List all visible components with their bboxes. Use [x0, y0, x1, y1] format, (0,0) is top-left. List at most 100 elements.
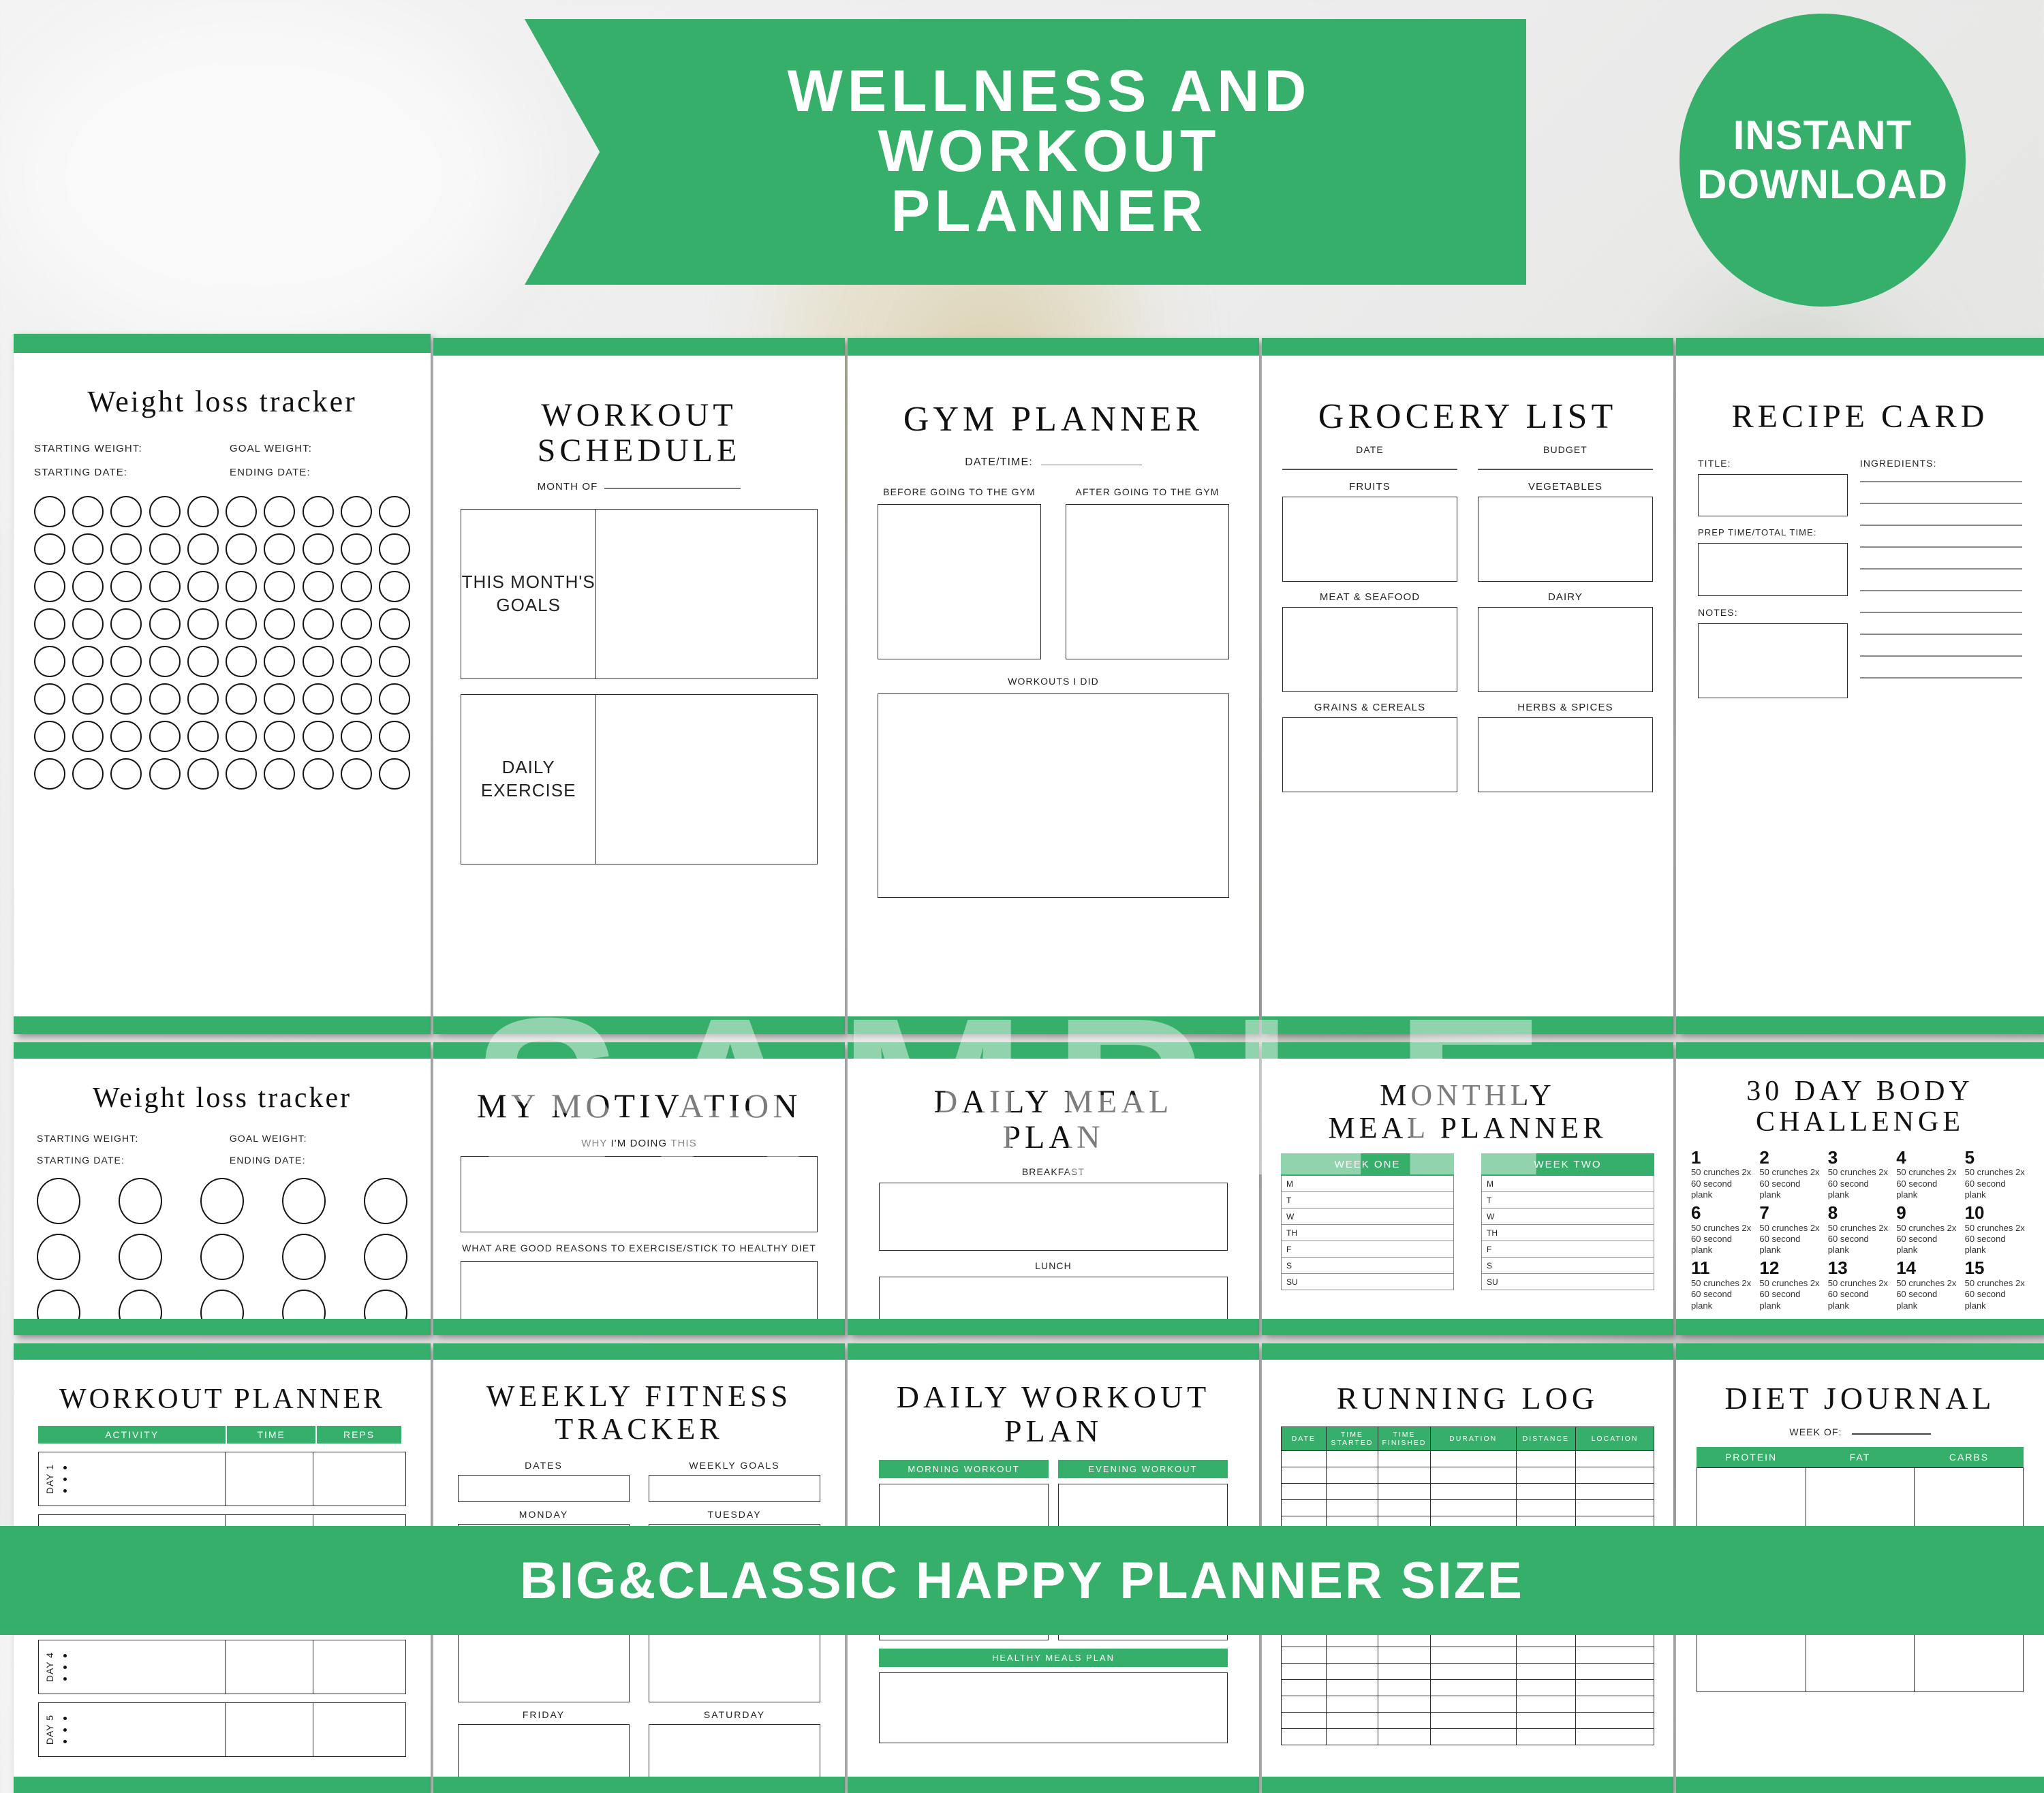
table-cell[interactable]: [1325, 1728, 1379, 1745]
weight-circle[interactable]: [364, 1290, 407, 1319]
table-cell[interactable]: [1429, 1482, 1517, 1500]
meal-day-row[interactable]: M: [1281, 1176, 1454, 1193]
weight-circle[interactable]: [378, 570, 410, 602]
weight-circle[interactable]: [302, 720, 334, 752]
weight-circle[interactable]: [226, 608, 258, 640]
daily-exercise-write-area[interactable]: [596, 695, 817, 864]
time-cell[interactable]: [226, 1703, 314, 1757]
weight-circle[interactable]: [302, 495, 334, 527]
weight-circle[interactable]: [110, 495, 142, 527]
weight-circle[interactable]: [378, 495, 410, 527]
grocery-category-box[interactable]: [1478, 606, 1653, 692]
weight-circle[interactable]: [378, 683, 410, 715]
week-one-table[interactable]: WEEK ONE M T W TH F S SU: [1281, 1153, 1454, 1291]
challenge-day[interactable]: 9 50 crunches 2x 60 second plank: [1896, 1203, 1960, 1256]
grocery-category[interactable]: GRAINS & CEREALS: [1282, 698, 1457, 792]
grocery-category-grid[interactable]: FRUITS VEGETABLES MEAT & SEAFOOD DAIRY GRAIN…: [1282, 477, 1653, 792]
ingredient-line[interactable]: [1859, 567, 2022, 570]
weight-circle[interactable]: [187, 570, 219, 602]
table-cell[interactable]: [1429, 1728, 1517, 1745]
tab-healthy-meals-plan[interactable]: HEALTHY MEALS PLAN: [879, 1649, 1228, 1668]
weight-circle[interactable]: [264, 758, 296, 790]
table-cell[interactable]: [1325, 1662, 1379, 1680]
grocery-category-box[interactable]: [1282, 717, 1457, 792]
table-cell[interactable]: [1325, 1482, 1379, 1500]
weight-circle[interactable]: [110, 570, 142, 602]
ingredient-line[interactable]: [1859, 633, 2022, 635]
table-row[interactable]: [1281, 1466, 1654, 1484]
grocery-category[interactable]: HERBS & SPICES: [1478, 698, 1653, 792]
weight-circle[interactable]: [200, 1178, 244, 1225]
table-cell[interactable]: [1378, 1450, 1431, 1467]
table-cell[interactable]: [1281, 1695, 1327, 1713]
weight-circle[interactable]: [364, 1234, 407, 1281]
weight-circle[interactable]: [200, 1290, 244, 1319]
weight-circle[interactable]: [72, 570, 104, 602]
healthy-meals-box[interactable]: [879, 1672, 1228, 1744]
table-row[interactable]: [1281, 1695, 1654, 1713]
fitness-day-box[interactable]: [458, 1724, 630, 1777]
table-row[interactable]: [1281, 1679, 1654, 1696]
breakfast-box[interactable]: [879, 1182, 1228, 1251]
table-cell[interactable]: [1515, 1482, 1577, 1500]
goals-write-area[interactable]: [596, 510, 817, 679]
ingredient-lines[interactable]: [1859, 480, 2022, 679]
weight-circle[interactable]: [340, 645, 372, 677]
grocery-category[interactable]: FRUITS: [1282, 477, 1457, 582]
weight-circle[interactable]: [110, 645, 142, 677]
meal-day-row[interactable]: T: [1281, 1192, 1454, 1209]
table-row[interactable]: [1281, 1450, 1654, 1467]
weight-circle[interactable]: [302, 683, 334, 715]
table-cell[interactable]: [1325, 1711, 1379, 1729]
table-cell[interactable]: [1515, 1679, 1577, 1696]
weight-circle[interactable]: [264, 570, 296, 602]
page-daily-meal-plan[interactable]: DAILY MEAL PLAN BREAKFAST LUNCH: [848, 1042, 1259, 1335]
challenge-day[interactable]: 1 50 crunches 2x 60 second plank: [1691, 1148, 1755, 1200]
challenge-day[interactable]: 10 50 crunches 2x 60 second plank: [1965, 1203, 2029, 1256]
weight-circle[interactable]: [264, 720, 296, 752]
date-write-line[interactable]: [1282, 469, 1457, 470]
table-cell[interactable]: [1429, 1499, 1517, 1516]
time-cell[interactable]: [226, 1640, 314, 1694]
table-cell[interactable]: [1575, 1711, 1654, 1729]
week-write-line[interactable]: [1851, 1433, 1931, 1435]
weight-circle[interactable]: [340, 720, 372, 752]
weight-circle[interactable]: [200, 1234, 244, 1281]
ingredient-line[interactable]: [1859, 502, 2022, 504]
weight-circle[interactable]: [34, 533, 65, 565]
challenge-day[interactable]: 13 50 crunches 2x 60 second plank: [1828, 1258, 1892, 1311]
table-cell[interactable]: [1325, 1466, 1379, 1484]
table-cell[interactable]: [1378, 1728, 1431, 1745]
page-my-motivation[interactable]: MY MOTIVATION WHY I'M DOING THIS WHAT AR…: [433, 1042, 845, 1335]
meal-day-row[interactable]: W: [1481, 1209, 1654, 1226]
workout-planner-row[interactable]: DAY 5: [38, 1702, 406, 1758]
recipe-notes-box[interactable]: [1698, 623, 1848, 698]
weight-circle[interactable]: [226, 683, 258, 715]
table-cell[interactable]: [1429, 1679, 1517, 1696]
fitness-day-box[interactable]: [649, 1724, 820, 1777]
table-cell[interactable]: [1515, 1728, 1577, 1745]
month-write-line[interactable]: [604, 488, 741, 489]
table-cell[interactable]: [1378, 1482, 1431, 1500]
table-cell[interactable]: [1325, 1450, 1379, 1467]
table-cell[interactable]: [1575, 1499, 1654, 1516]
challenge-day[interactable]: 7 50 crunches 2x 60 second plank: [1759, 1203, 1823, 1256]
weight-circle[interactable]: [364, 1178, 407, 1225]
weight-circle[interactable]: [302, 533, 334, 565]
weight-circle[interactable]: [119, 1290, 162, 1319]
challenge-day[interactable]: 12 50 crunches 2x 60 second plank: [1759, 1258, 1823, 1311]
ingredient-line[interactable]: [1859, 655, 2022, 657]
table-cell[interactable]: [1515, 1695, 1577, 1713]
page-monthly-meal-planner[interactable]: MONTHLY MEAL PLANNER WEEK ONE M T W TH F S SU W…: [1262, 1042, 1673, 1335]
grocery-category[interactable]: DAIRY: [1478, 587, 1653, 692]
page-workout-schedule[interactable]: WORKOUT SCHEDULE MONTH OF THIS MONTH'S G…: [433, 338, 845, 1034]
ingredient-line[interactable]: [1859, 546, 2022, 548]
table-row[interactable]: [1281, 1646, 1654, 1664]
fitness-day-cell[interactable]: DATES: [458, 1456, 630, 1503]
meal-day-row[interactable]: F: [1281, 1241, 1454, 1258]
weight-circle[interactable]: [34, 683, 65, 715]
reps-cell[interactable]: [313, 1640, 405, 1694]
ingredient-line[interactable]: [1859, 524, 2022, 526]
weight-circle[interactable]: [149, 533, 181, 565]
time-cell[interactable]: [226, 1452, 314, 1506]
